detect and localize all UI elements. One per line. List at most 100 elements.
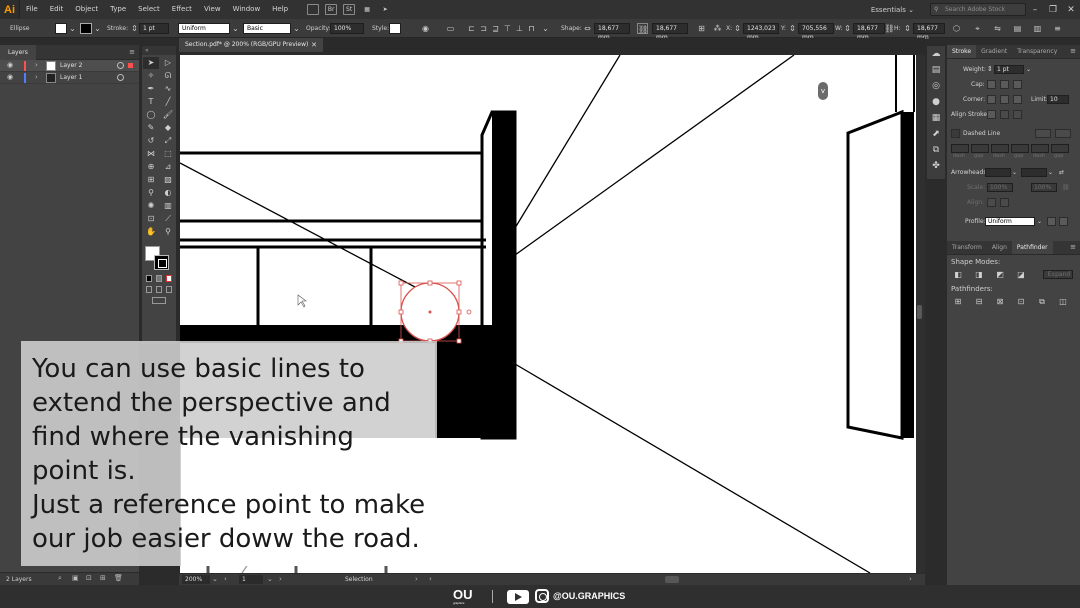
artboard-field[interactable]: 1 [239,575,263,584]
zoom-icon[interactable]: ⚲ [160,226,176,238]
symbol-sprayer-icon[interactable]: ✺ [143,200,159,212]
round-join-button[interactable] [1000,95,1009,104]
intersect-icon[interactable]: ◩ [995,270,1005,280]
expand-arrow-icon[interactable]: › [35,73,38,81]
chevron-down-icon[interactable]: ⌄ [267,574,273,585]
shape-width-field[interactable]: 18,677 mm [594,23,630,41]
limit-field[interactable]: 10 [1047,95,1069,104]
vertical-scroll-thumb[interactable] [917,305,922,319]
scroll-right-icon[interactable]: › [909,574,912,585]
line-icon[interactable]: ╱ [160,96,176,108]
arrow-tip-at-end-button[interactable] [1000,198,1009,207]
brush-dropdown[interactable]: Basic [243,23,291,34]
recolor-icon[interactable]: ◉ [420,23,431,34]
chevron-down-icon[interactable]: ⌄ [212,574,218,585]
none-mode-icon[interactable] [166,275,172,282]
shaper-icon[interactable]: ✎ [143,122,159,134]
opacity-field[interactable]: 100% [330,23,364,34]
menu-edit[interactable]: Edit [44,0,70,19]
constrain-link-icon[interactable]: ⛓ [637,23,648,34]
lasso-icon[interactable]: ᘏ [160,70,176,82]
menu-effect[interactable]: Effect [166,0,198,19]
toolbar-collapse[interactable]: « [142,46,176,55]
chevron-down-icon[interactable]: ⌄ [1037,214,1042,229]
slice-icon[interactable]: ⟋ [160,213,176,225]
locate-object-icon[interactable]: ⌕ [58,574,62,583]
menu-window[interactable]: Window [227,0,267,19]
scale-icon[interactable]: ⤢ [160,135,176,147]
tab-transparency[interactable]: Transparency [1012,45,1062,58]
artboard-icon[interactable]: ⊡ [143,213,159,225]
type-icon[interactable]: T [143,96,159,108]
dashed-line-checkbox[interactable] [951,129,960,138]
restore-button[interactable]: ❐ [1044,5,1062,15]
stepper-icon[interactable]: ⇕ [732,23,743,34]
minus-front-icon[interactable]: ◨ [974,270,984,280]
isolate-icon[interactable]: ⌖ [972,23,983,34]
graph-icon[interactable]: ▥ [160,200,176,212]
hand-icon[interactable]: ✋ [143,226,159,238]
selection-icon[interactable]: ➤ [143,57,159,69]
clipping-mask-icon[interactable]: ▣ [72,574,79,582]
stepper-icon[interactable]: ⇕ [842,23,853,34]
align-inside-stroke-button[interactable] [1000,110,1009,119]
style-swatch[interactable] [389,23,401,34]
y-field[interactable]: 705,556 mm [798,23,834,41]
chevron-down-icon[interactable]: ⌄ [1026,62,1031,77]
flip-across-button[interactable] [1059,217,1068,226]
end-scale-field[interactable]: 100% [1031,183,1057,192]
end-arrowhead-dropdown[interactable] [1021,168,1047,177]
chevron-down-icon[interactable]: ⌄ [92,23,103,34]
new-layer-icon[interactable]: ⊞ [100,574,106,582]
panel-menu-icon[interactable]: ≡ [1070,47,1076,55]
chevron-down-icon[interactable]: ⌄ [540,23,551,34]
align-options-icon[interactable]: ▥ [1032,23,1043,34]
align-right-icon[interactable]: ⊒ [490,23,501,34]
control-menu-icon[interactable]: ≡ [1052,23,1063,34]
panel-menu-icon[interactable]: ≡ [1070,243,1076,251]
stepper-icon[interactable]: ⇕ [787,23,798,34]
blend-icon[interactable]: ◐ [160,187,176,199]
search-stock-input[interactable]: ⚲ Search Adobe Stock [930,3,1026,16]
tab-pathfinder[interactable]: Pathfinder [1011,241,1053,254]
arrow-tip-beyond-button[interactable] [987,198,996,207]
bevel-join-button[interactable] [1013,95,1022,104]
curvature-icon[interactable]: ∿ [160,83,176,95]
tab-transform[interactable]: Transform [947,241,987,254]
chevron-down-icon[interactable]: ⌄ [230,23,241,34]
shape-builder-icon[interactable]: ⊕ [143,161,159,173]
color-icon[interactable]: ● [927,94,945,110]
arrange-icon[interactable] [307,4,320,15]
menu-object[interactable]: Object [69,0,104,19]
close-button[interactable]: ✕ [1062,5,1080,15]
dash-align-button[interactable] [1055,129,1071,138]
chevron-down-icon[interactable]: ⌄ [1012,165,1017,180]
scroll-left-icon[interactable]: ‹ [429,574,432,585]
miter-join-button[interactable] [987,95,996,104]
eye-icon[interactable]: ◉ [7,73,13,81]
align-center-stroke-button[interactable] [987,110,996,119]
profile-dropdown[interactable]: Uniform [985,217,1035,226]
selection-indicator[interactable] [128,63,133,68]
tab-align[interactable]: Align [987,241,1012,254]
free-transform-icon[interactable]: ⬚ [160,148,176,160]
minimize-button[interactable]: – [1026,5,1044,15]
link-scale-icon[interactable]: ⛓ [1062,180,1070,195]
variable-width-dropdown[interactable]: Uniform [178,23,230,34]
bridge-icon[interactable]: Br [325,4,338,15]
divide-icon[interactable]: ⊞ [953,297,963,307]
align-icon[interactable]: ▭ [445,23,456,34]
outline-icon[interactable]: ⧉ [1037,297,1047,307]
transform-icon[interactable]: ⊞ [696,23,707,34]
tab-stroke[interactable]: Stroke [947,45,977,58]
pen-icon[interactable]: ✒ [143,83,159,95]
chevron-down-icon[interactable]: ⌄ [67,23,78,34]
draw-normal-icon[interactable] [146,286,152,293]
perspective-icon[interactable]: ⊿ [160,161,176,173]
close-icon[interactable]: ✕ [311,38,317,52]
draw-behind-icon[interactable] [156,286,162,293]
trash-icon[interactable]: 🗑 [114,574,123,582]
stock-icon[interactable]: St [343,4,356,15]
align-bottom-icon[interactable]: ⊓ [526,23,537,34]
export-icon[interactable]: ⬈ [927,126,945,142]
